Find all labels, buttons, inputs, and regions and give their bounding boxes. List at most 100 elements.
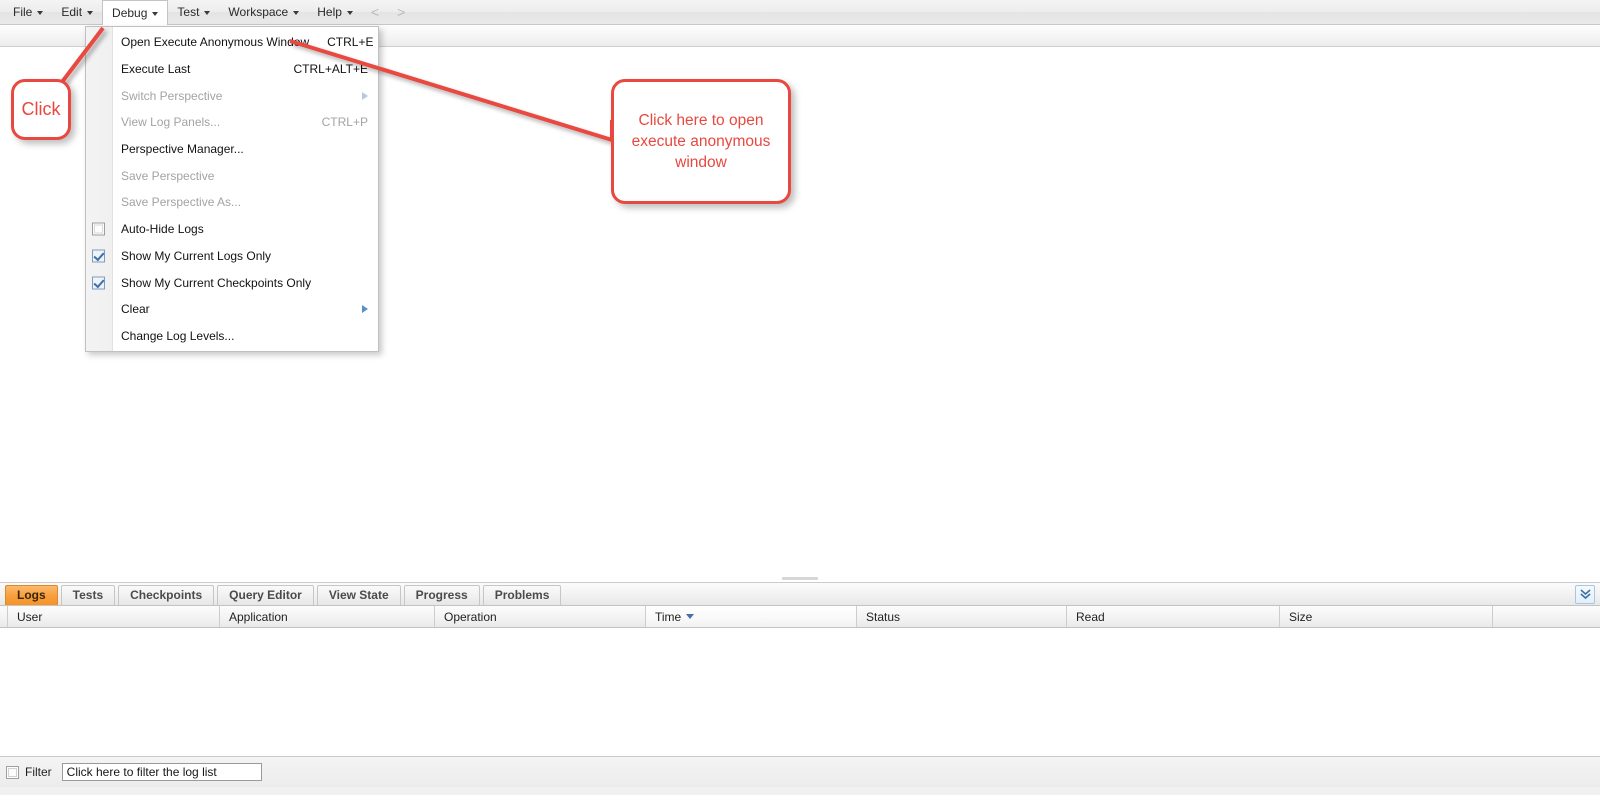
menuitem-auto-hide-logs[interactable]: Auto-Hide Logs xyxy=(86,216,378,243)
menu-help[interactable]: Help xyxy=(308,0,362,25)
menuitem-save-perspective: Save Perspective xyxy=(86,162,378,189)
tab-progress[interactable]: Progress xyxy=(404,585,480,605)
menuitem-label: Show My Current Logs Only xyxy=(121,249,368,263)
app-window: File Edit Debug Test Workspace Help < > xyxy=(0,0,1600,795)
col-status[interactable]: Status xyxy=(857,606,1067,627)
menu-test[interactable]: Test xyxy=(168,0,219,25)
menu-edit[interactable]: Edit xyxy=(52,0,102,25)
col-application[interactable]: Application xyxy=(220,606,435,627)
log-table-body[interactable] xyxy=(0,628,1600,757)
nav-forward-icon[interactable]: > xyxy=(388,0,414,25)
tab-view-state[interactable]: View State xyxy=(317,585,401,605)
log-panel-tabstrip: Logs Tests Checkpoints Query Editor View… xyxy=(0,583,1600,606)
menuitem-label: Save Perspective xyxy=(121,169,368,183)
menuitem-label: View Log Panels... xyxy=(121,115,304,129)
log-panel: Logs Tests Checkpoints Query Editor View… xyxy=(0,582,1600,795)
splitter-grip-icon xyxy=(782,577,818,580)
menuitem-label: Clear xyxy=(121,302,350,316)
chevron-down-icon xyxy=(204,11,210,15)
tab-logs-label: Logs xyxy=(17,588,46,602)
menu-test-label: Test xyxy=(177,5,199,19)
main-menu-bar: File Edit Debug Test Workspace Help < > xyxy=(0,0,1600,25)
menuitem-label: Perspective Manager... xyxy=(121,142,368,156)
col-user[interactable]: User xyxy=(8,606,220,627)
menuitem-show-my-current-logs-only[interactable]: Show My Current Logs Only xyxy=(86,243,378,270)
submenu-arrow-icon xyxy=(362,92,368,100)
col-application-label: Application xyxy=(229,610,288,624)
menuitem-save-perspective-as: Save Perspective As... xyxy=(86,189,378,216)
tab-checkpoints[interactable]: Checkpoints xyxy=(118,585,214,605)
log-filter-bar: Filter xyxy=(0,757,1600,787)
menu-debug-label: Debug xyxy=(112,6,147,20)
menu-debug[interactable]: Debug xyxy=(102,0,168,26)
callout-open-execute-anonymous: Click here to open execute anonymous win… xyxy=(611,79,791,204)
menu-file[interactable]: File xyxy=(4,0,52,25)
sort-descending-icon xyxy=(686,614,694,619)
tab-query-editor[interactable]: Query Editor xyxy=(217,585,314,605)
menuitem-view-log-panels: View Log Panels... CTRL+P xyxy=(86,109,378,136)
tab-problems[interactable]: Problems xyxy=(483,585,562,605)
col-time[interactable]: Time xyxy=(646,606,857,627)
chevron-down-icon xyxy=(347,11,353,15)
checkbox-checked-icon xyxy=(92,276,105,289)
menuitem-label: Save Perspective As... xyxy=(121,195,368,209)
menu-workspace-label: Workspace xyxy=(228,5,288,19)
col-gutter[interactable] xyxy=(0,606,8,627)
tab-checkpoints-label: Checkpoints xyxy=(130,588,202,602)
nav-back-icon[interactable]: < xyxy=(362,0,388,25)
checkbox-checked-icon xyxy=(92,249,105,262)
col-operation-label: Operation xyxy=(444,610,497,624)
col-read[interactable]: Read xyxy=(1067,606,1280,627)
menu-help-label: Help xyxy=(317,5,342,19)
menuitem-clear[interactable]: Clear xyxy=(86,296,378,323)
menuitem-switch-perspective: Switch Perspective xyxy=(86,82,378,109)
chevron-down-icon xyxy=(87,11,93,15)
menuitem-shortcut: CTRL+P xyxy=(322,115,368,129)
callout-click-text: Click xyxy=(22,99,61,120)
menuitem-change-log-levels[interactable]: Change Log Levels... xyxy=(86,323,378,350)
log-table-header: User Application Operation Time Status R… xyxy=(0,606,1600,628)
submenu-arrow-icon xyxy=(362,305,368,313)
menuitem-open-execute-anonymous-window[interactable]: Open Execute Anonymous Window CTRL+E xyxy=(86,29,378,56)
menuitem-label: Change Log Levels... xyxy=(121,329,368,343)
col-user-label: User xyxy=(17,610,42,624)
col-time-label: Time xyxy=(655,610,681,624)
menu-file-label: File xyxy=(13,5,32,19)
tab-query-editor-label: Query Editor xyxy=(229,588,302,602)
tab-tests[interactable]: Tests xyxy=(61,585,115,605)
checkbox-unchecked-icon xyxy=(92,223,105,236)
collapse-panel-button[interactable] xyxy=(1575,585,1595,604)
horizontal-splitter[interactable] xyxy=(0,574,1600,582)
menu-edit-label: Edit xyxy=(61,5,82,19)
tab-problems-label: Problems xyxy=(495,588,550,602)
menuitem-label: Switch Perspective xyxy=(121,89,350,103)
chevron-down-icon xyxy=(152,12,158,16)
tab-logs[interactable]: Logs xyxy=(5,585,58,605)
col-operation[interactable]: Operation xyxy=(435,606,646,627)
menuitem-perspective-manager[interactable]: Perspective Manager... xyxy=(86,136,378,163)
col-size-label: Size xyxy=(1289,610,1312,624)
debug-dropdown-menu: Open Execute Anonymous Window CTRL+E Exe… xyxy=(85,26,379,352)
double-chevron-down-icon xyxy=(1580,589,1591,600)
menuitem-show-my-current-checkpoints-only[interactable]: Show My Current Checkpoints Only xyxy=(86,269,378,296)
tab-progress-label: Progress xyxy=(416,588,468,602)
col-status-label: Status xyxy=(866,610,900,624)
filter-checkbox[interactable] xyxy=(6,766,19,779)
filter-label: Filter xyxy=(25,765,52,779)
col-read-label: Read xyxy=(1076,610,1105,624)
col-size[interactable]: Size xyxy=(1280,606,1493,627)
col-spacer xyxy=(1493,606,1600,627)
menuitem-execute-last[interactable]: Execute Last CTRL+ALT+E xyxy=(86,56,378,83)
chevron-down-icon xyxy=(37,11,43,15)
menuitem-shortcut: CTRL+ALT+E xyxy=(294,62,368,76)
menu-workspace[interactable]: Workspace xyxy=(219,0,308,25)
menuitem-label: Auto-Hide Logs xyxy=(121,222,368,236)
menuitem-shortcut: CTRL+E xyxy=(327,35,373,49)
menuitem-label: Execute Last xyxy=(121,62,276,76)
filter-input[interactable] xyxy=(62,763,262,781)
callout-exec-text: Click here to open execute anonymous win… xyxy=(614,110,788,174)
tab-view-state-label: View State xyxy=(329,588,389,602)
menuitem-label: Open Execute Anonymous Window xyxy=(121,35,309,49)
callout-click: Click xyxy=(11,79,71,140)
tab-tests-label: Tests xyxy=(73,588,103,602)
